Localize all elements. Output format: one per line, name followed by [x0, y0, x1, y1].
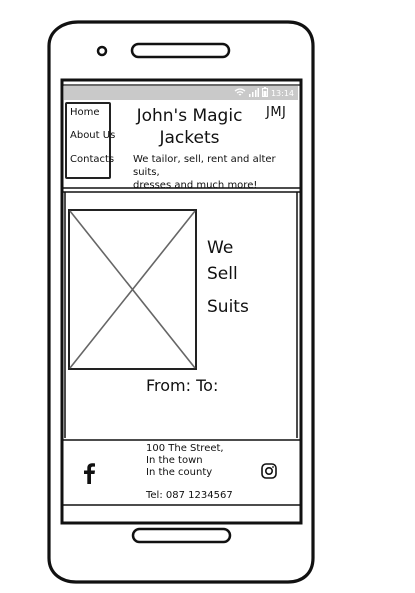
tagline-line1: We tailor, sell, rent and alter suits,	[133, 154, 276, 178]
address-line2: In the town	[146, 455, 203, 466]
address-line1: 100 The Street,	[146, 443, 224, 454]
footer-address: 100 The Street, In the town In the count…	[146, 443, 224, 479]
tagline: We tailor, sell, rent and alter suits, d…	[133, 153, 293, 192]
image-placeholder-icon	[68, 209, 197, 370]
tagline-line2: dresses and much more!	[133, 180, 258, 191]
status-time: 13:14	[270, 89, 294, 98]
hero-word-we: We	[207, 238, 234, 258]
instagram-icon[interactable]	[261, 463, 277, 479]
nav-menu: Home About Us Contacts	[65, 102, 115, 179]
address-line3: In the county	[146, 467, 213, 478]
wifi-icon	[234, 87, 246, 101]
site-title-line1: John's Magic	[136, 106, 243, 126]
nav-home-link[interactable]: Home	[70, 107, 100, 118]
camera-icon	[96, 45, 108, 57]
status-bar: 13:14	[64, 86, 298, 100]
battery-icon	[261, 87, 268, 101]
speaker-slot	[130, 42, 231, 59]
nav-contacts-link[interactable]: Contacts	[70, 154, 114, 165]
status-icons: 13:14	[234, 87, 294, 101]
price-range: From: To:	[146, 376, 219, 395]
home-button-outline	[131, 527, 232, 544]
site-title: John's Magic Jackets	[122, 105, 257, 149]
logo[interactable]: JMJ	[266, 105, 286, 120]
site-title-line2: Jackets	[159, 128, 220, 148]
footer-phone[interactable]: Tel: 087 1234567	[146, 490, 233, 501]
signal-icon	[248, 87, 259, 101]
facebook-icon[interactable]	[82, 462, 96, 484]
nav-about-link[interactable]: About Us	[70, 130, 115, 141]
hero-word-sell: Sell	[207, 264, 238, 284]
hero-word-suits: Suits	[207, 297, 249, 317]
